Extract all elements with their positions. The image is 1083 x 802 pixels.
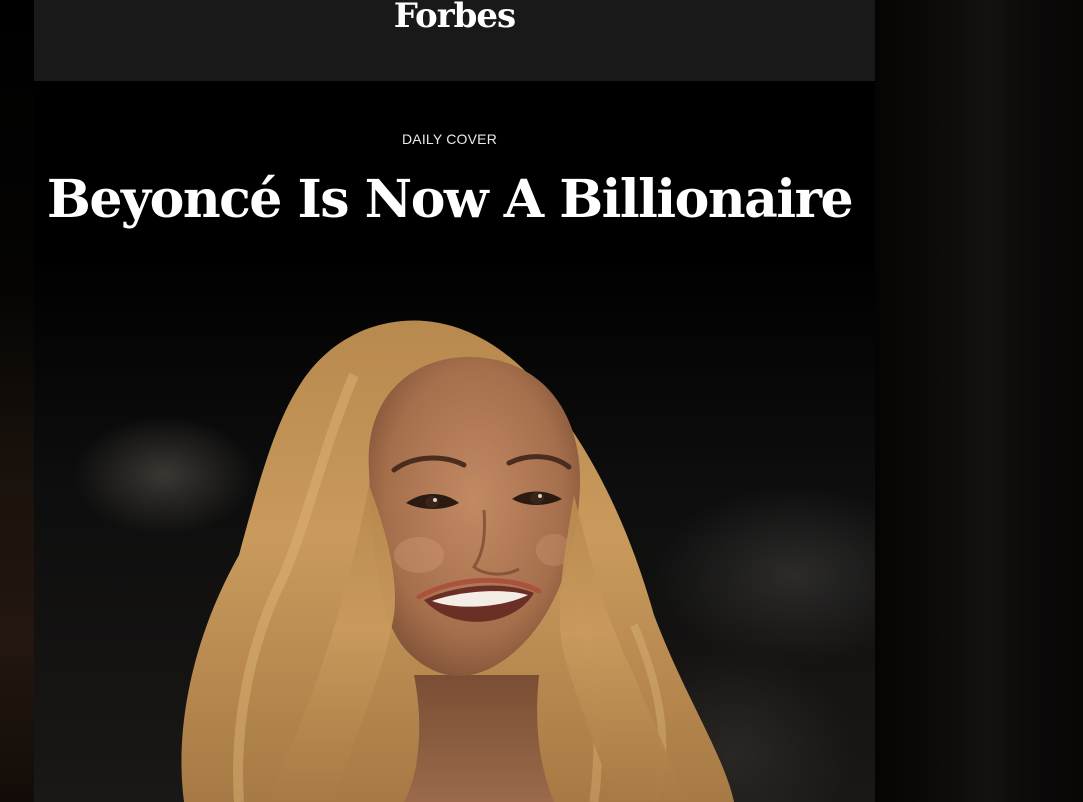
forbes-logo[interactable]: Forbes [394,0,516,81]
right-blur-band [875,0,1083,802]
article-headline: Beyoncé Is Now A Billionaire [46,169,854,230]
left-blur-band [0,0,34,802]
portrait-illustration [181,320,735,802]
article-kicker[interactable]: DAILY COVER [34,131,865,147]
hero-image [34,255,875,802]
article-page: Forbes DAILY COVER Beyoncé Is Now A Bill… [34,0,875,802]
site-header: Forbes [34,0,875,81]
